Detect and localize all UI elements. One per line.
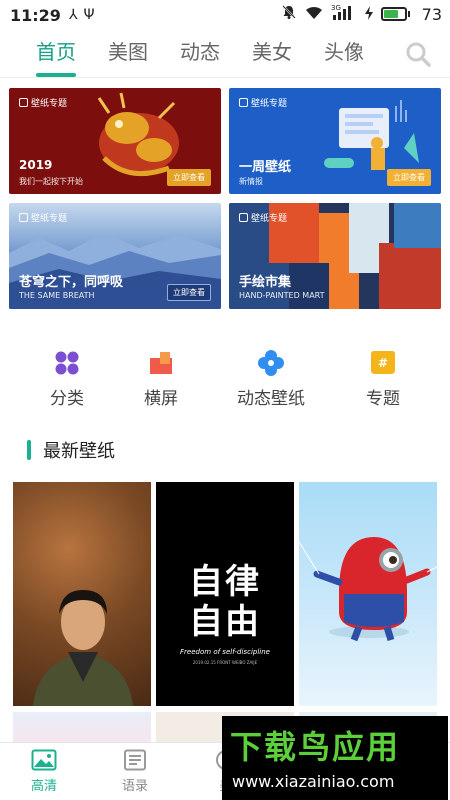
tag-icon <box>239 98 248 107</box>
wallpaper-text-line2: 自由 <box>189 602 261 642</box>
category-topics[interactable]: # 专题 <box>338 350 428 409</box>
wallpaper-minion[interactable] <box>299 482 437 706</box>
wallpaper-portrait[interactable] <box>13 482 151 706</box>
image-icon <box>31 749 57 771</box>
tab-beauty[interactable]: 美女 <box>252 36 292 71</box>
category-label: 专题 <box>366 389 400 409</box>
banner-subtitle: THE SAME BREATH <box>19 291 95 300</box>
heading-accent-bar <box>27 440 31 460</box>
wallpaper-blossom[interactable] <box>13 712 151 742</box>
banner-same-breath[interactable]: 壁纸专题 苍穹之下，同呼吸 THE SAME BREATH 立即查看 <box>9 203 221 309</box>
tab-photos[interactable]: 美图 <box>108 36 148 71</box>
svg-text:3G: 3G <box>331 4 341 12</box>
nav-label: 高清 <box>30 779 57 794</box>
banner-title: 苍穹之下，同呼吸 <box>19 275 124 290</box>
banner-tag: 壁纸专题 <box>239 96 287 109</box>
banner-view-button[interactable]: 立即查看 <box>167 169 211 186</box>
category-classify[interactable]: 分类 <box>22 350 112 409</box>
tab-home[interactable]: 首页 <box>36 36 76 77</box>
status-right: 3G 73 <box>281 4 442 24</box>
tag-icon <box>19 213 28 222</box>
banner-view-button[interactable]: 立即查看 <box>167 284 211 301</box>
quote-list-icon <box>124 749 146 771</box>
banner-tag: 壁纸专题 <box>19 96 67 109</box>
tag-icon <box>19 98 28 107</box>
category-landscape[interactable]: 横屏 <box>116 350 206 409</box>
watermark-url: www.xiazainiao.com <box>232 772 395 791</box>
banner-tag: 壁纸专题 <box>239 211 287 224</box>
banner-title: 2019 <box>19 158 53 172</box>
battery-fill <box>383 10 399 18</box>
category-live-wallpaper[interactable]: 动态壁纸 <box>226 350 316 409</box>
search-icon[interactable] <box>404 40 432 68</box>
battery-icon <box>380 7 410 21</box>
mute-bell-icon <box>281 4 297 24</box>
status-bar: 11:29 ⅄ Ψ 3G 73 <box>0 0 450 30</box>
banner-subtitle: 我们一起按下开始 <box>19 177 83 186</box>
status-time: 11:29 <box>10 5 61 25</box>
landscape-icon <box>150 352 172 374</box>
wallpaper-small-text: 2019.02.15 FRONT WEIBO ZAIJE <box>192 660 258 665</box>
banner-subtitle: HAND-PAINTED MART <box>239 291 325 300</box>
portrait-illustration <box>33 590 133 706</box>
category-label: 分类 <box>50 389 84 409</box>
banner-view-button[interactable]: 立即查看 <box>387 169 431 186</box>
nav-quotes[interactable]: 语录 <box>105 749 165 794</box>
share-network-icon: ⅄ <box>68 7 78 23</box>
minion-illustration <box>299 537 437 642</box>
wallpaper-self-discipline[interactable]: 自律 自由 Freedom of self-discipline 2019.02… <box>156 482 294 706</box>
section-title: 最新壁纸 <box>43 441 115 462</box>
nav-hd[interactable]: 高清 <box>14 749 74 794</box>
topic-icon: # <box>371 351 395 374</box>
tab-animated[interactable]: 动态 <box>180 36 220 71</box>
banner-title: 一周壁纸 <box>239 160 292 175</box>
category-row: 分类 横屏 动态壁纸 # 专题 <box>0 350 450 410</box>
signal-icon: 3G <box>331 4 357 24</box>
usb-icon: Ψ <box>83 7 95 23</box>
wallpaper-english-text: Freedom of self-discipline <box>180 648 270 656</box>
grid-icon <box>55 351 79 375</box>
banner-weekly[interactable]: 壁纸专题 一周壁纸 新情报 立即查看 <box>229 88 441 194</box>
banner-tag: 壁纸专题 <box>19 211 67 224</box>
watermark-logo: 下载鸟应用 <box>230 728 401 766</box>
banner-subtitle: 新情报 <box>239 177 263 186</box>
top-tab-bar: 首页 美图 动态 美女 头像 <box>0 30 450 78</box>
category-label: 动态壁纸 <box>237 389 305 409</box>
watermark: 下载鸟应用 www.xiazainiao.com <box>222 716 448 800</box>
wifi-icon <box>305 5 323 24</box>
banner-hand-painted[interactable]: 壁纸专题 手绘市集 HAND-PAINTED MART <box>229 203 441 309</box>
latest-wallpapers-heading: 最新壁纸 <box>27 437 115 463</box>
battery-percent: 73 <box>421 4 442 24</box>
tab-avatar[interactable]: 头像 <box>324 36 364 71</box>
tag-icon <box>239 213 248 222</box>
charging-icon <box>364 5 373 24</box>
svg-text:#: # <box>378 356 388 370</box>
category-label: 横屏 <box>144 389 178 409</box>
flower-icon <box>258 350 284 376</box>
banner-title: 手绘市集 <box>239 275 292 290</box>
banner-2019[interactable]: 壁纸专题 2019 我们一起按下开始 立即查看 <box>9 88 221 194</box>
nav-label: 语录 <box>121 779 148 794</box>
